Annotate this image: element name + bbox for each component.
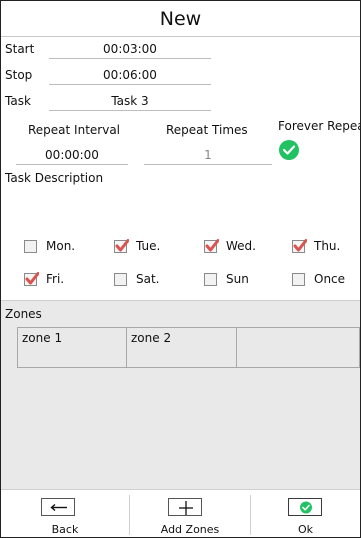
day-label: Fri. <box>46 272 65 286</box>
plus-icon <box>168 498 202 516</box>
task-field[interactable]: Task 3 <box>49 92 211 111</box>
zones-label: Zones <box>5 307 42 321</box>
bottom-toolbar: Back Add Zones Ok <box>1 489 360 537</box>
day-label: Sun <box>226 272 249 286</box>
checkbox-checked-icon <box>292 238 307 253</box>
checkbox-icon <box>24 239 37 253</box>
add-zones-button[interactable]: Add Zones <box>130 490 250 538</box>
day-wed[interactable]: Wed. <box>204 236 256 256</box>
day-label: Once <box>314 272 346 286</box>
page-title: New <box>1 1 360 37</box>
day-sun[interactable]: Sun <box>204 269 249 289</box>
day-sat[interactable]: Sat. <box>114 269 160 289</box>
zone-cell[interactable]: zone 1 <box>17 327 127 368</box>
arrow-left-icon <box>41 498 75 516</box>
day-label: Tue. <box>136 239 161 253</box>
forever-repeat-label: Forever Repeat <box>278 119 360 133</box>
day-fri[interactable]: Fri. <box>24 269 64 289</box>
checkbox-checked-icon <box>24 271 39 286</box>
zone-cell[interactable]: zone 2 <box>126 327 237 368</box>
forever-repeat-toggle[interactable] <box>279 140 299 160</box>
day-label: Sat. <box>136 272 160 286</box>
ok-label: Ok <box>297 523 314 536</box>
check-circle-icon <box>283 145 295 155</box>
day-thu[interactable]: Thu. <box>292 236 340 256</box>
stop-label: Stop <box>5 68 33 82</box>
add-zones-label: Add Zones <box>160 523 220 536</box>
checkbox-icon <box>292 272 305 286</box>
repeat-interval-field[interactable]: 00:00:00 <box>16 146 128 165</box>
zone-cell-empty[interactable] <box>236 327 360 368</box>
day-label: Thu. <box>314 239 341 253</box>
day-label: Mon. <box>46 239 76 253</box>
checkbox-checked-icon <box>204 238 219 253</box>
day-tue[interactable]: Tue. <box>114 236 160 256</box>
check-circle-icon <box>288 498 322 516</box>
task-label: Task <box>5 94 31 108</box>
checkbox-icon <box>114 272 127 286</box>
stop-field[interactable]: 00:06:00 <box>49 66 211 85</box>
day-mon[interactable]: Mon. <box>24 236 75 256</box>
repeat-times-field[interactable]: 1 <box>144 146 272 165</box>
day-once[interactable]: Once <box>292 269 345 289</box>
back-button[interactable]: Back <box>1 490 129 538</box>
day-label: Wed. <box>226 239 256 253</box>
checkbox-icon <box>204 272 217 286</box>
task-description-area[interactable] <box>1 189 360 229</box>
start-field[interactable]: 00:03:00 <box>49 40 211 59</box>
ok-button[interactable]: Ok <box>251 490 360 538</box>
back-label: Back <box>51 523 79 536</box>
zones-panel: Zones zone 1 zone 2 <box>1 300 360 489</box>
repeat-times-label: Repeat Times <box>166 123 248 137</box>
start-label: Start <box>5 42 35 56</box>
repeat-interval-label: Repeat Interval <box>28 123 121 137</box>
task-description-label: Task Description <box>5 171 104 185</box>
checkbox-checked-icon <box>114 238 129 253</box>
